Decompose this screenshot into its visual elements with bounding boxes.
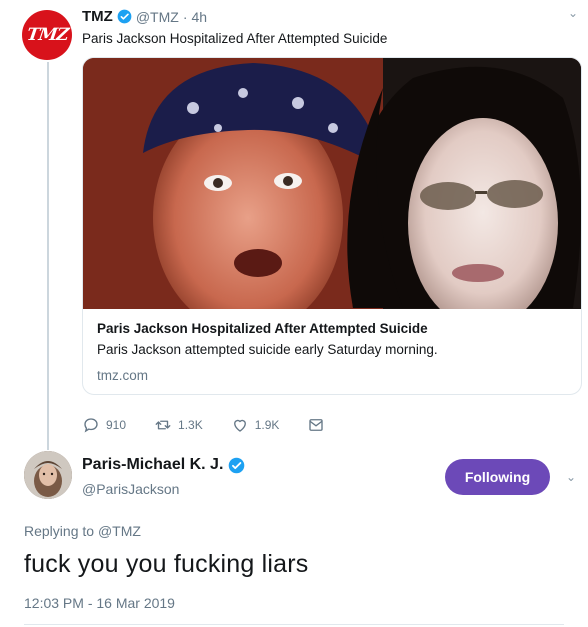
card-photo-illustration xyxy=(83,58,581,309)
paris-avatar-illustration xyxy=(24,451,72,499)
tweet2-user: Paris-Michael K. J. @ParisJackson xyxy=(82,456,245,497)
heart-icon xyxy=(233,419,246,432)
tweet2-text: fuck you you fucking liars xyxy=(24,550,309,578)
link-card[interactable]: Paris Jackson Hospitalized After Attempt… xyxy=(82,57,582,395)
retweet-count: 1.3K xyxy=(178,418,203,432)
card-title: Paris Jackson Hospitalized After Attempt… xyxy=(97,321,428,336)
like-count: 1.9K xyxy=(254,418,280,432)
chevron-down-icon[interactable]: ⌄ xyxy=(568,6,578,20)
meta-separator: · xyxy=(182,8,188,25)
chevron-down-icon[interactable]: ⌄ xyxy=(566,470,576,484)
reply-count: 910 xyxy=(106,418,127,432)
card-domain: tmz.com xyxy=(97,368,149,383)
tweet1-handle[interactable]: @TMZ xyxy=(136,9,179,25)
tweet1-text: Paris Jackson Hospitalized After Attempt… xyxy=(82,31,388,46)
tweet1-header: TMZ @TMZ · 4h xyxy=(82,8,207,25)
following-button[interactable]: Following xyxy=(445,459,550,495)
tweet1-time[interactable]: 4h xyxy=(191,9,207,25)
tweet1-author-name[interactable]: TMZ xyxy=(82,8,113,25)
card-body: Paris Jackson Hospitalized After Attempt… xyxy=(83,309,581,394)
thread-connector xyxy=(47,62,49,450)
verified-badge-icon xyxy=(117,9,132,24)
divider xyxy=(24,624,564,625)
tweet1-actions: 910 1.3K 1.9K xyxy=(82,416,353,434)
reply-action[interactable]: 910 xyxy=(82,416,126,434)
retweet-icon xyxy=(155,420,171,430)
retweet-action[interactable]: 1.3K xyxy=(154,416,203,434)
paris-avatar[interactable] xyxy=(24,451,72,499)
envelope-icon xyxy=(309,419,324,431)
reply-icon xyxy=(84,418,98,433)
tmz-avatar[interactable]: TMZ xyxy=(22,10,72,60)
tweet2-handle[interactable]: @ParisJackson xyxy=(82,481,245,497)
tweet2-timestamp[interactable]: 12:03 PM - 16 Mar 2019 xyxy=(24,595,175,611)
like-action[interactable]: 1.9K xyxy=(231,416,280,434)
card-description: Paris Jackson attempted suicide early Sa… xyxy=(97,342,438,357)
verified-badge-icon xyxy=(229,457,245,473)
replying-mention[interactable]: @TMZ xyxy=(98,523,141,539)
card-image xyxy=(83,58,581,309)
replying-to: Replying to @TMZ xyxy=(24,523,141,539)
tweet2-author-name[interactable]: Paris-Michael K. J. xyxy=(82,456,223,474)
tmz-logo-text: TMZ xyxy=(25,25,69,45)
replying-prefix: Replying to xyxy=(24,523,95,539)
dm-action[interactable] xyxy=(307,416,325,434)
